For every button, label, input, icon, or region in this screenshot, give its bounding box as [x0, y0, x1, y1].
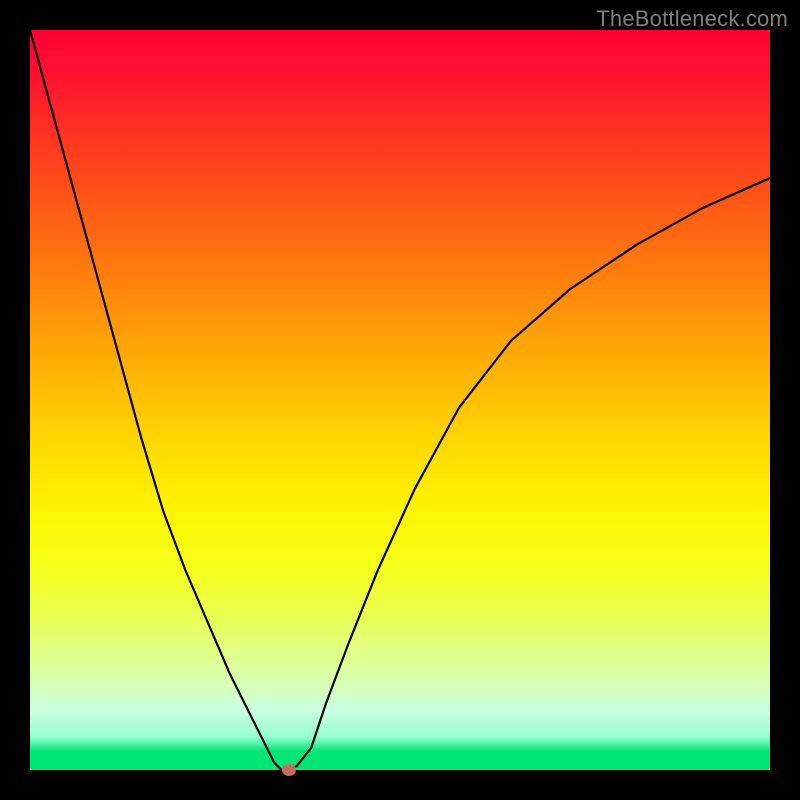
- chart-frame: TheBottleneck.com: [0, 0, 800, 800]
- optimum-marker-dot: [282, 764, 296, 776]
- bottleneck-curve: [30, 30, 770, 770]
- watermark-text: TheBottleneck.com: [596, 6, 788, 32]
- plot-area: [30, 30, 770, 770]
